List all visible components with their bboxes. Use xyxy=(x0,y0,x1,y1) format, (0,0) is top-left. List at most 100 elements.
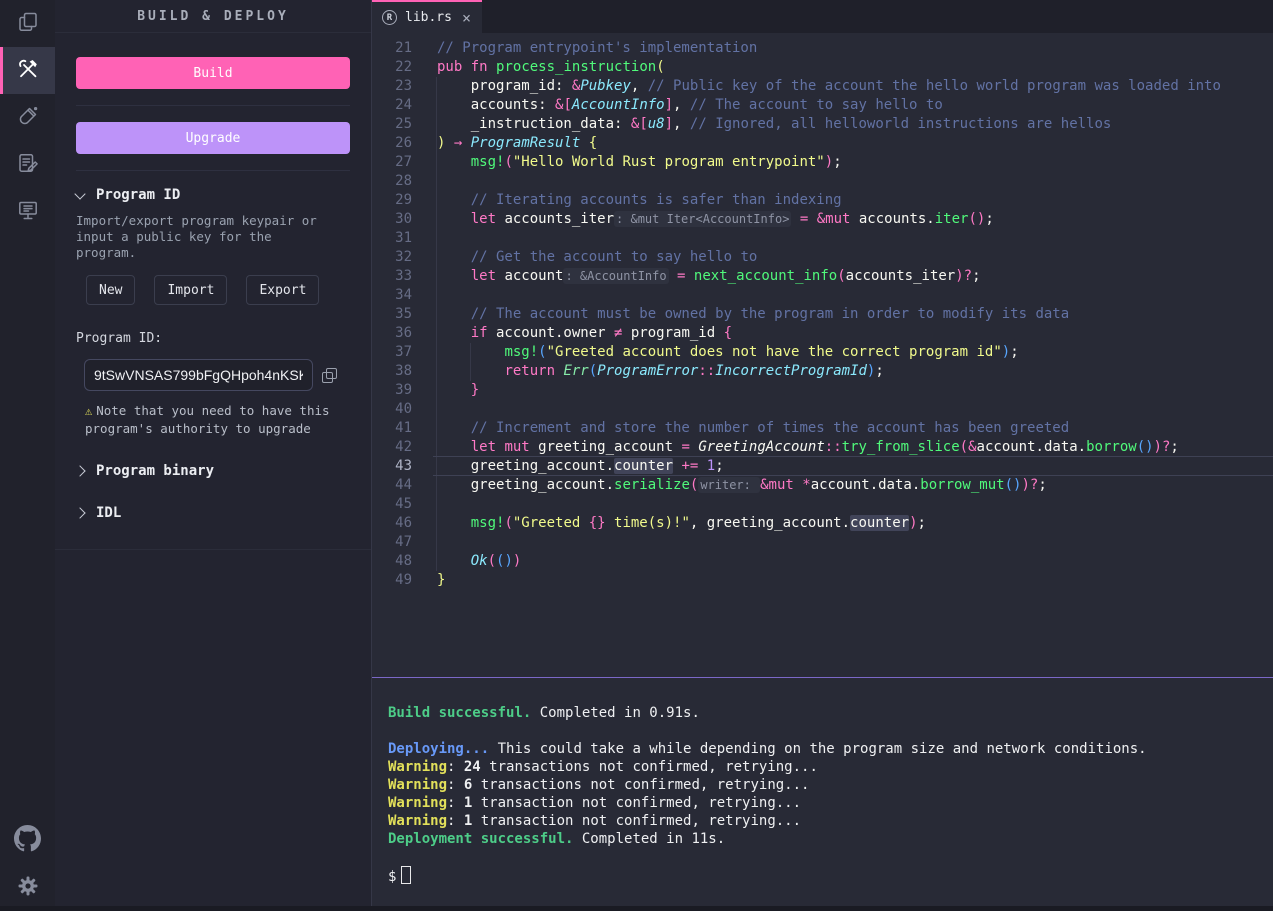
activity-settings[interactable] xyxy=(0,864,55,911)
code-line[interactable]: 35 // The account must be owned by the p… xyxy=(372,305,1273,324)
line-number: 32 xyxy=(372,248,412,267)
code-line[interactable]: 37 msg!("Greeted account does not have t… xyxy=(372,343,1273,362)
code-line[interactable]: 42 let mut greeting_account = GreetingAc… xyxy=(372,438,1273,457)
code-line[interactable]: 32 // Get the account to say hello to xyxy=(372,248,1273,267)
code-line-text: // Get the account to say hello to xyxy=(437,248,757,267)
code-editor[interactable]: 21// Program entrypoint's implementation… xyxy=(372,33,1273,677)
code-line[interactable]: 25 _instruction_data: &[u8], // Ignored,… xyxy=(372,115,1273,134)
code-line-text: } xyxy=(437,381,479,400)
line-number: 24 xyxy=(372,96,412,115)
upgrade-button[interactable]: Upgrade xyxy=(76,122,350,154)
code-line-text: let mut greeting_account = GreetingAccou… xyxy=(437,438,1179,457)
activity-explorer[interactable] xyxy=(0,0,55,47)
code-line[interactable]: 41 // Increment and store the number of … xyxy=(372,419,1273,438)
copy-icon[interactable] xyxy=(322,368,337,383)
code-line[interactable]: 21// Program entrypoint's implementation xyxy=(372,39,1273,58)
rust-file-icon: R xyxy=(382,10,397,25)
program-id-section-toggle[interactable]: Program ID xyxy=(76,187,350,203)
warning-triangle-icon: ⚠ xyxy=(85,404,92,418)
test-tube-icon xyxy=(16,104,40,132)
files-icon xyxy=(16,10,40,38)
code-line[interactable]: 36 if account.owner ≠ program_id { xyxy=(372,324,1273,343)
code-line[interactable]: 43 greeting_account.counter += 1; xyxy=(372,457,1273,476)
activity-github[interactable] xyxy=(0,817,55,864)
line-number: 28 xyxy=(372,172,412,191)
activity-programs[interactable] xyxy=(0,188,55,235)
code-line-text: msg!("Greeted {} time(s)!", greeting_acc… xyxy=(437,514,926,533)
activity-build-deploy[interactable] xyxy=(0,47,55,94)
terminal-cursor xyxy=(401,866,411,884)
code-line-text: // The account must be owned by the prog… xyxy=(437,305,1069,324)
code-line[interactable]: 30 let accounts_iter: &mut Iter<AccountI… xyxy=(372,210,1273,229)
tools-icon xyxy=(16,57,40,85)
program-id-input-row xyxy=(84,359,350,391)
line-number: 37 xyxy=(372,343,412,362)
line-number: 49 xyxy=(372,571,412,590)
code-line[interactable]: 28 xyxy=(372,172,1273,191)
program-id-input[interactable] xyxy=(84,359,313,391)
terminal[interactable]: Build successful. Completed in 0.91s. De… xyxy=(372,677,1273,911)
code-line-text: greeting_account.serialize(writer: &mut … xyxy=(437,476,1047,495)
github-icon xyxy=(14,825,41,856)
bottom-bar xyxy=(0,906,1273,911)
code-line-text: ) → ProgramResult { xyxy=(437,134,597,153)
code-line[interactable]: 40 xyxy=(372,400,1273,419)
tab-label: lib.rs xyxy=(405,10,452,25)
code-line-text: _instruction_data: &[u8], // Ignored, al… xyxy=(437,115,1111,134)
export-keypair-button[interactable]: Export xyxy=(246,275,319,305)
code-line-text: pub fn process_instruction( xyxy=(437,58,665,77)
code-line[interactable]: 34 xyxy=(372,286,1273,305)
code-line[interactable]: 39 } xyxy=(372,381,1273,400)
terminal-line: Warning: 6 transactions not confirmed, r… xyxy=(388,776,1273,794)
terminal-line: Warning: 1 transaction not confirmed, re… xyxy=(388,794,1273,812)
code-line[interactable]: 45 xyxy=(372,495,1273,514)
code-line[interactable]: 38 return Err(ProgramError::IncorrectPro… xyxy=(372,362,1273,381)
import-keypair-button[interactable]: Import xyxy=(154,275,227,305)
line-number: 41 xyxy=(372,419,412,438)
activity-test[interactable] xyxy=(0,94,55,141)
new-keypair-button[interactable]: New xyxy=(86,275,135,305)
code-line-text: program_id: &Pubkey, // Public key of th… xyxy=(437,77,1221,96)
code-line[interactable]: 44 greeting_account.serialize(writer: &m… xyxy=(372,476,1273,495)
authority-warning: ⚠Note that you need to have this program… xyxy=(85,402,337,437)
prompt-symbol: $ xyxy=(388,869,396,885)
code-line[interactable]: 46 msg!("Greeted {} time(s)!", greeting_… xyxy=(372,514,1273,533)
terminal-line: Warning: 1 transaction not confirmed, re… xyxy=(388,812,1273,830)
code-line-text: let accounts_iter: &mut Iter<AccountInfo… xyxy=(437,210,994,229)
line-number: 38 xyxy=(372,362,412,381)
code-line[interactable]: 29 // Iterating accounts is safer than i… xyxy=(372,191,1273,210)
line-number: 34 xyxy=(372,286,412,305)
code-line[interactable]: 26) → ProgramResult { xyxy=(372,134,1273,153)
code-line[interactable]: 23 program_id: &Pubkey, // Public key of… xyxy=(372,77,1273,96)
terminal-prompt[interactable]: $ xyxy=(388,866,1273,884)
code-line-text: // Iterating accounts is safer than inde… xyxy=(437,191,842,210)
tab-librs[interactable]: R lib.rs × xyxy=(372,0,482,33)
chevron-right-icon xyxy=(74,465,85,476)
code-line-text: let account: &AccountInfo = next_account… xyxy=(437,267,981,286)
code-line[interactable]: 48 Ok(()) xyxy=(372,552,1273,571)
build-button[interactable]: Build xyxy=(76,57,350,89)
gear-icon xyxy=(16,874,40,902)
code-line[interactable]: 49} xyxy=(372,571,1273,590)
line-number: 44 xyxy=(372,476,412,495)
code-line[interactable]: 33 let account: &AccountInfo = next_acco… xyxy=(372,267,1273,286)
activity-bar-spacer xyxy=(0,235,55,817)
program-binary-section-toggle[interactable]: Program binary xyxy=(76,463,350,479)
code-line[interactable]: 31 xyxy=(372,229,1273,248)
activity-tutorials[interactable] xyxy=(0,141,55,188)
line-number: 29 xyxy=(372,191,412,210)
panel-title: BUILD & DEPLOY xyxy=(55,0,371,33)
divider xyxy=(76,105,350,106)
program-id-description: Import/export program keypair or input a… xyxy=(76,213,336,261)
code-line[interactable]: 22pub fn process_instruction( xyxy=(372,58,1273,77)
tab-bar: R lib.rs × xyxy=(372,0,1273,33)
close-icon[interactable]: × xyxy=(462,9,471,27)
code-line-text: Ok(()) xyxy=(437,552,521,571)
code-line-text: return Err(ProgramError::IncorrectProgra… xyxy=(437,362,884,381)
code-line-text: msg!("Greeted account does not have the … xyxy=(437,343,1019,362)
idl-section-toggle[interactable]: IDL xyxy=(76,505,350,521)
code-line[interactable]: 27 msg!("Hello World Rust program entryp… xyxy=(372,153,1273,172)
code-line[interactable]: 47 xyxy=(372,533,1273,552)
program-id-actions: New Import Export xyxy=(86,275,350,305)
code-line[interactable]: 24 accounts: &[AccountInfo], // The acco… xyxy=(372,96,1273,115)
